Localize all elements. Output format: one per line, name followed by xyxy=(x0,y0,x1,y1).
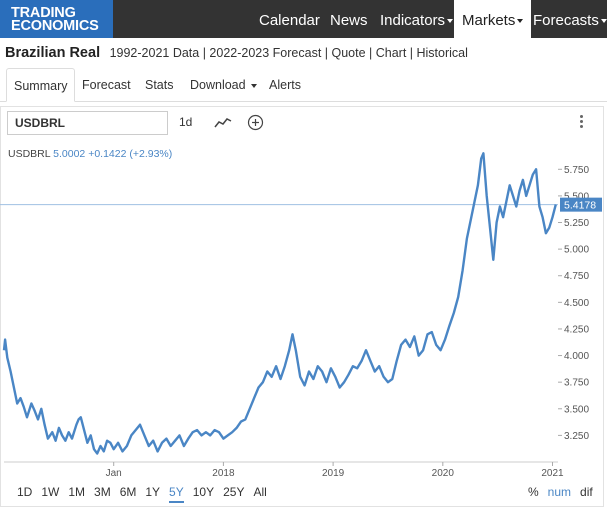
range-5y[interactable]: 5Y xyxy=(169,485,184,503)
x-tick-label: 2021 xyxy=(541,468,564,479)
y-tick-label: 3.750 xyxy=(564,378,589,389)
y-tick-label: 4.250 xyxy=(564,324,589,335)
range-1y[interactable]: 1Y xyxy=(145,485,160,499)
range-25y[interactable]: 25Y xyxy=(223,485,244,499)
y-tick-label: 4.000 xyxy=(564,351,589,362)
y-tick-label: 5.000 xyxy=(564,245,589,256)
x-tick-label: 2020 xyxy=(432,468,455,479)
range-10y[interactable]: 10Y xyxy=(193,485,214,499)
series-line-usdbrl xyxy=(2,152,557,455)
y-tick-label: 3.250 xyxy=(564,431,589,442)
x-tick-label: 2018 xyxy=(212,468,235,479)
range-3m[interactable]: 3M xyxy=(94,485,111,499)
range-1m[interactable]: 1M xyxy=(68,485,85,499)
range-all[interactable]: All xyxy=(253,485,266,499)
y-tick-label: 5.750 xyxy=(564,165,589,176)
unit-selector: % num dif xyxy=(528,485,602,499)
range-6m[interactable]: 6M xyxy=(120,485,137,499)
price-chart[interactable]: 3.250 3.500 3.750 4.000 4.250 4.500 4.750 5.000… xyxy=(0,0,607,507)
unit-num[interactable]: num xyxy=(548,485,571,499)
x-tick-label: 2019 xyxy=(322,468,345,479)
range-selector: 1D 1W 1M 3M 6M 1Y 5Y 10Y 25Y All xyxy=(17,485,276,503)
y-tick-label: 5.250 xyxy=(564,218,589,229)
y-tick-label: 4.500 xyxy=(564,298,589,309)
range-1d[interactable]: 1D xyxy=(17,485,32,499)
last-value-label: 5.4178 xyxy=(564,200,596,212)
unit-dif[interactable]: dif xyxy=(580,485,593,499)
range-1w[interactable]: 1W xyxy=(41,485,59,499)
x-tick-label: Jan xyxy=(106,468,122,479)
y-tick-label: 4.750 xyxy=(564,271,589,282)
y-tick-label: 3.500 xyxy=(564,404,589,415)
unit-percent[interactable]: % xyxy=(528,485,539,499)
